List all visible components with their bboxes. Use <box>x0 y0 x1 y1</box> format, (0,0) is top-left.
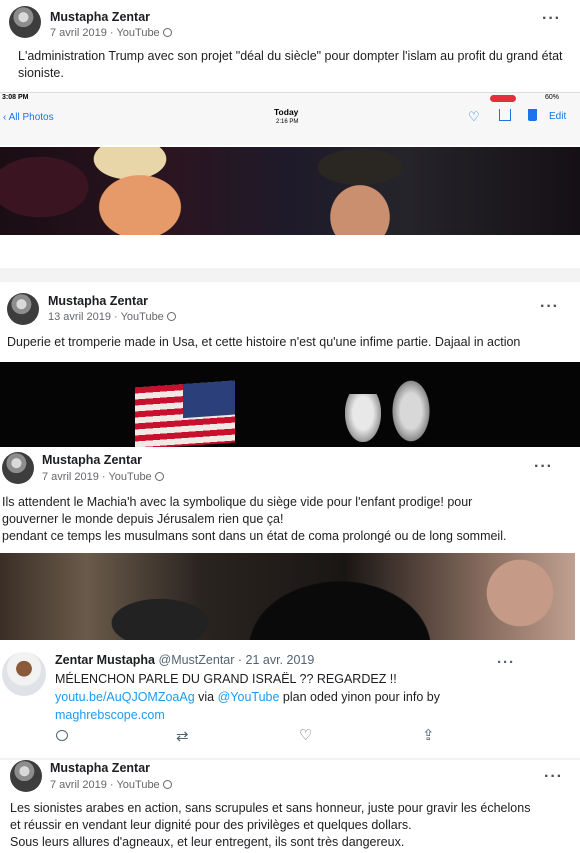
status-time: 3:08 PM <box>2 94 29 101</box>
post-date[interactable]: 7 avril 2019 <box>50 27 107 39</box>
recording-indicator <box>490 95 516 102</box>
text-line: Les sionistes arabes en action, sans scr… <box>10 801 531 815</box>
post-date[interactable]: 13 avril 2019 <box>48 311 111 323</box>
post-text: Les sionistes arabes en action, sans scr… <box>10 800 575 851</box>
reply-icon[interactable] <box>56 730 68 741</box>
tweet[interactable]: Zentar Mustapha @MustZentar · 21 avr. 20… <box>0 640 580 758</box>
post-1: Mustapha Zentar 7 avril 2019 · YouTube ·… <box>0 0 580 268</box>
post-date[interactable]: 7 avril 2019 <box>50 779 107 791</box>
tweet-link[interactable]: maghrebscope.com <box>55 706 555 724</box>
more-dots-icon[interactable]: ··· <box>544 768 563 786</box>
back-label: All Photos <box>8 112 54 123</box>
text-line: pendant ce temps les musulmans sont dans… <box>2 529 507 543</box>
post-text: Ils attendent le Machia'h avec la symbol… <box>2 494 574 545</box>
post-source: YouTube <box>116 779 160 791</box>
back-button[interactable]: ‹ All Photos <box>3 112 54 123</box>
tweet-link[interactable]: youtu.be/AuQJOMZoaAg <box>55 690 195 704</box>
post-meta: 7 avril 2019 · YouTube <box>50 779 172 791</box>
share-icon[interactable] <box>499 109 511 121</box>
text-line: et réussir en vendant leur dignité pour … <box>10 818 412 832</box>
globe-icon <box>162 780 172 789</box>
trash-icon[interactable] <box>528 109 537 121</box>
tweet-date[interactable]: 21 avr. 2019 <box>246 653 315 667</box>
share-icon[interactable]: ⇪ <box>422 726 435 744</box>
globe-icon <box>162 28 172 37</box>
tweet-mention[interactable]: @YouTube <box>218 690 280 704</box>
post-4: Mustapha Zentar 7 avril 2019 · YouTube ·… <box>0 760 580 853</box>
post-photo[interactable] <box>0 553 575 640</box>
more-dots-icon[interactable]: ··· <box>534 458 553 476</box>
tweet-line: MÉLENCHON PARLE DU GRAND ISRAËL ?? REGAR… <box>55 672 397 686</box>
avatar[interactable] <box>2 452 34 484</box>
flag-image <box>135 380 235 447</box>
post-source: YouTube <box>120 311 164 323</box>
battery-level: 60% <box>545 94 560 101</box>
post-meta: 7 avril 2019 · YouTube <box>50 27 172 39</box>
post-source: YouTube <box>108 471 152 483</box>
tweet-header: Zentar Mustapha @MustZentar · 21 avr. 20… <box>55 653 315 667</box>
chevron-left-icon: ‹ <box>3 112 7 123</box>
like-icon[interactable]: ♡ <box>299 726 312 744</box>
globe-icon <box>166 312 176 321</box>
post-meta: 7 avril 2019 · YouTube <box>42 471 164 483</box>
post-author[interactable]: Mustapha Zentar <box>50 10 150 24</box>
avatar[interactable] <box>2 652 46 696</box>
tweet-rest: plan oded yinon pour info by <box>282 690 440 704</box>
post-text: L'administration Trump avec son projet "… <box>18 49 563 80</box>
tweet-author[interactable]: Zentar Mustapha <box>55 653 155 667</box>
photo-time: 2:16 PM <box>276 119 299 125</box>
post-text: Duperie et tromperie made in Usa, et cet… <box>7 335 521 349</box>
tweet-handle[interactable]: @MustZentar <box>159 653 235 667</box>
avatar[interactable] <box>10 760 42 792</box>
post-photo[interactable] <box>0 362 580 447</box>
post-author[interactable]: Mustapha Zentar <box>48 294 148 308</box>
post-meta: 13 avril 2019 · YouTube <box>48 311 176 323</box>
text-line: Sous leurs allures d'agneaux, et leur en… <box>10 835 405 849</box>
post-photo[interactable] <box>0 147 580 235</box>
post-3: Mustapha Zentar 7 avril 2019 · YouTube ·… <box>0 447 580 640</box>
post-source: YouTube <box>116 27 160 39</box>
post-author[interactable]: Mustapha Zentar <box>42 453 142 467</box>
text-line: Ils attendent le Machia'h avec la symbol… <box>2 495 473 509</box>
heart-icon[interactable]: ♡ <box>468 109 480 125</box>
tweet-text: MÉLENCHON PARLE DU GRAND ISRAËL ?? REGAR… <box>55 670 555 724</box>
phone-status-bar: 3:08 PM 60% ‹ All Photos Today 2:16 PM ♡… <box>0 92 580 145</box>
tweet-via: via <box>198 690 215 704</box>
edit-button[interactable]: Edit <box>549 111 566 122</box>
retweet-icon[interactable]: ⇄ <box>176 727 189 745</box>
text-line: gouverner le monde depuis Jérusalem rien… <box>2 512 284 526</box>
more-dots-icon[interactable]: ··· <box>542 10 561 28</box>
globe-icon <box>154 472 164 481</box>
photo-title: Today <box>274 107 299 117</box>
more-dots-icon[interactable]: ··· <box>497 654 515 671</box>
avatar[interactable] <box>7 293 39 325</box>
post-author[interactable]: Mustapha Zentar <box>50 761 150 775</box>
avatar[interactable] <box>9 6 41 38</box>
post-date[interactable]: 7 avril 2019 <box>42 471 99 483</box>
post-2: Mustapha Zentar 13 avril 2019 · YouTube … <box>0 282 580 447</box>
more-dots-icon[interactable]: ··· <box>540 298 559 316</box>
